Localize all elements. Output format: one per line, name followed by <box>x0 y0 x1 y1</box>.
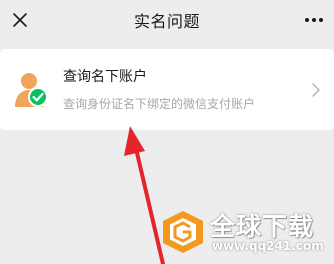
nav-bar: 实名问题 <box>0 0 334 40</box>
watermark-url: www.qq241.com <box>212 239 324 253</box>
watermark-title: 全球下载 <box>210 212 315 241</box>
user-verified-icon <box>14 71 50 109</box>
watermark-logo-icon <box>163 211 203 253</box>
item-title: 查询名下账户 <box>63 69 147 85</box>
page-title: 实名问题 <box>133 12 200 31</box>
close-icon[interactable] <box>6 6 34 34</box>
more-icon[interactable] <box>300 6 328 34</box>
watermark: 全球下载 www.qq241.com <box>160 205 332 260</box>
chevron-right-icon <box>310 82 322 98</box>
item-subtitle: 查询身份证名下绑定的微信支付账户 <box>63 97 256 111</box>
query-accounts-item[interactable]: 查询名下账户 查询身份证名下绑定的微信支付账户 <box>0 49 334 130</box>
